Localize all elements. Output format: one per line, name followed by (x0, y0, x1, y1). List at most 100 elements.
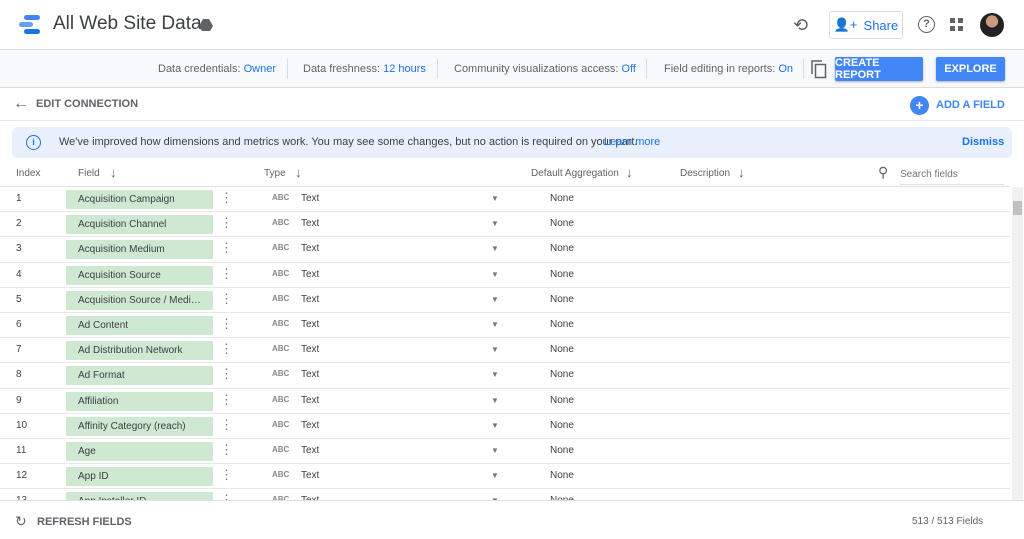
refresh-fields-button[interactable]: REFRESH FIELDS (37, 516, 132, 528)
aggregation-value[interactable]: None (550, 420, 574, 431)
aggregation-value[interactable]: None (550, 218, 574, 229)
header-field[interactable]: Field (78, 168, 100, 179)
field-name-chip[interactable]: Affinity Category (reach) (66, 416, 213, 436)
avatar[interactable] (980, 13, 1004, 37)
header-aggregation[interactable]: Default Aggregation (531, 168, 619, 179)
more-options-icon[interactable]: ⋮ (220, 467, 233, 483)
sort-arrow-icon[interactable]: ↓ (110, 165, 117, 180)
aggregation-value[interactable]: None (550, 395, 574, 406)
add-icon[interactable]: + (910, 96, 929, 115)
more-options-icon[interactable]: ⋮ (220, 417, 233, 433)
more-options-icon[interactable]: ⋮ (220, 291, 233, 307)
field-name-chip[interactable]: Ad Distribution Network (66, 341, 213, 361)
data-freshness[interactable]: Data freshness: 12 hours (303, 63, 426, 75)
type-select[interactable]: Text (301, 193, 319, 204)
field-name-chip[interactable]: Ad Content (66, 315, 213, 335)
type-select[interactable]: Text (301, 445, 319, 456)
copy-icon[interactable] (811, 60, 827, 79)
share-button[interactable]: 👤+ Share (829, 11, 903, 39)
help-icon[interactable]: ? (918, 16, 935, 33)
table-row: 3 Acquisition Medium ⋮ ABC Text ▼ None (0, 237, 1010, 263)
dropdown-arrow-icon[interactable]: ▼ (491, 370, 499, 379)
aggregation-value[interactable]: None (550, 445, 574, 456)
field-name-chip[interactable]: Acquisition Source (66, 265, 213, 285)
type-select[interactable]: Text (301, 218, 319, 229)
sort-arrow-icon[interactable]: ↓ (738, 165, 745, 180)
aggregation-value[interactable]: None (550, 294, 574, 305)
dropdown-arrow-icon[interactable]: ▼ (491, 446, 499, 455)
add-person-icon: 👤+ (833, 17, 858, 32)
header-type[interactable]: Type (264, 168, 286, 179)
type-select[interactable]: Text (301, 294, 319, 305)
dropdown-arrow-icon[interactable]: ▼ (491, 270, 499, 279)
more-options-icon[interactable]: ⋮ (220, 316, 233, 332)
aggregation-value[interactable]: None (550, 344, 574, 355)
search-fields-input[interactable] (900, 164, 1004, 185)
dropdown-arrow-icon[interactable]: ▼ (491, 320, 499, 329)
apps-grid-icon[interactable] (950, 18, 964, 32)
field-name-chip[interactable]: Acquisition Campaign (66, 190, 213, 209)
scrollbar[interactable] (1012, 187, 1023, 500)
version-history-icon[interactable]: ⟲ (793, 15, 808, 36)
more-options-icon[interactable]: ⋮ (220, 366, 233, 382)
aggregation-value[interactable]: None (550, 269, 574, 280)
type-select[interactable]: Text (301, 470, 319, 481)
type-select[interactable]: Text (301, 269, 319, 280)
dropdown-arrow-icon[interactable]: ▼ (491, 345, 499, 354)
learn-more-link[interactable]: Learn more (604, 136, 660, 148)
edit-connection-link[interactable]: EDIT CONNECTION (36, 98, 138, 110)
dropdown-arrow-icon[interactable]: ▼ (491, 244, 499, 253)
type-select[interactable]: Text (301, 395, 319, 406)
field-name-chip[interactable]: Acquisition Channel (66, 215, 213, 235)
header-description[interactable]: Description (680, 168, 730, 179)
aggregation-value[interactable]: None (550, 243, 574, 254)
more-options-icon[interactable]: ⋮ (220, 215, 233, 231)
app-header: All Web Site Data ⟲ 👤+ Share ? (0, 0, 1024, 50)
dropdown-arrow-icon[interactable]: ▼ (491, 471, 499, 480)
dismiss-button[interactable]: Dismiss (962, 136, 1004, 148)
dropdown-arrow-icon[interactable]: ▼ (491, 219, 499, 228)
field-name-chip[interactable]: App ID (66, 467, 213, 487)
more-options-icon[interactable]: ⋮ (220, 266, 233, 282)
field-name-chip[interactable]: Acquisition Source / Medium (66, 290, 213, 310)
type-select[interactable]: Text (301, 319, 319, 330)
type-select[interactable]: Text (301, 243, 319, 254)
dropdown-arrow-icon[interactable]: ▼ (491, 295, 499, 304)
aggregation-value[interactable]: None (550, 193, 574, 204)
dropdown-arrow-icon[interactable]: ▼ (491, 194, 499, 203)
field-name-chip[interactable]: App Installer ID (66, 492, 213, 500)
field-count: 513 / 513 Fields (912, 516, 984, 527)
type-select[interactable]: Text (301, 369, 319, 380)
community-visualizations-access[interactable]: Community visualizations access: Off (454, 63, 636, 75)
field-name-chip[interactable]: Affiliation (66, 391, 213, 411)
field-name-chip[interactable]: Ad Format (66, 366, 213, 386)
row-index: 12 (16, 470, 28, 482)
table-row: 11 Age ⋮ ABC Text ▼ None (0, 439, 1010, 465)
more-options-icon[interactable]: ⋮ (220, 492, 233, 500)
create-report-button[interactable]: CREATE REPORT (835, 57, 923, 81)
row-index: 8 (16, 369, 22, 381)
table-row: 7 Ad Distribution Network ⋮ ABC Text ▼ N… (0, 338, 1010, 364)
data-credentials[interactable]: Data credentials: Owner (158, 63, 276, 75)
type-select[interactable]: Text (301, 420, 319, 431)
more-options-icon[interactable]: ⋮ (220, 341, 233, 357)
field-name-chip[interactable]: Acquisition Medium (66, 240, 213, 260)
refresh-icon[interactable]: ↻ (15, 513, 27, 530)
aggregation-value[interactable]: None (550, 470, 574, 481)
type-select[interactable]: Text (301, 344, 319, 355)
add-field-button[interactable]: ADD A FIELD (936, 99, 1005, 111)
dropdown-arrow-icon[interactable]: ▼ (491, 421, 499, 430)
more-options-icon[interactable]: ⋮ (220, 392, 233, 408)
field-name-chip[interactable]: Age (66, 441, 213, 461)
field-editing[interactable]: Field editing in reports: On (664, 63, 793, 75)
sort-arrow-icon[interactable]: ↓ (295, 165, 302, 180)
more-options-icon[interactable]: ⋮ (220, 240, 233, 256)
explore-button[interactable]: EXPLORE (936, 57, 1005, 81)
aggregation-value[interactable]: None (550, 319, 574, 330)
back-arrow-icon[interactable]: ← (13, 95, 29, 113)
more-options-icon[interactable]: ⋮ (220, 442, 233, 458)
sort-arrow-icon[interactable]: ↓ (626, 165, 633, 180)
aggregation-value[interactable]: None (550, 369, 574, 380)
dropdown-arrow-icon[interactable]: ▼ (491, 396, 499, 405)
more-options-icon[interactable]: ⋮ (220, 190, 233, 206)
